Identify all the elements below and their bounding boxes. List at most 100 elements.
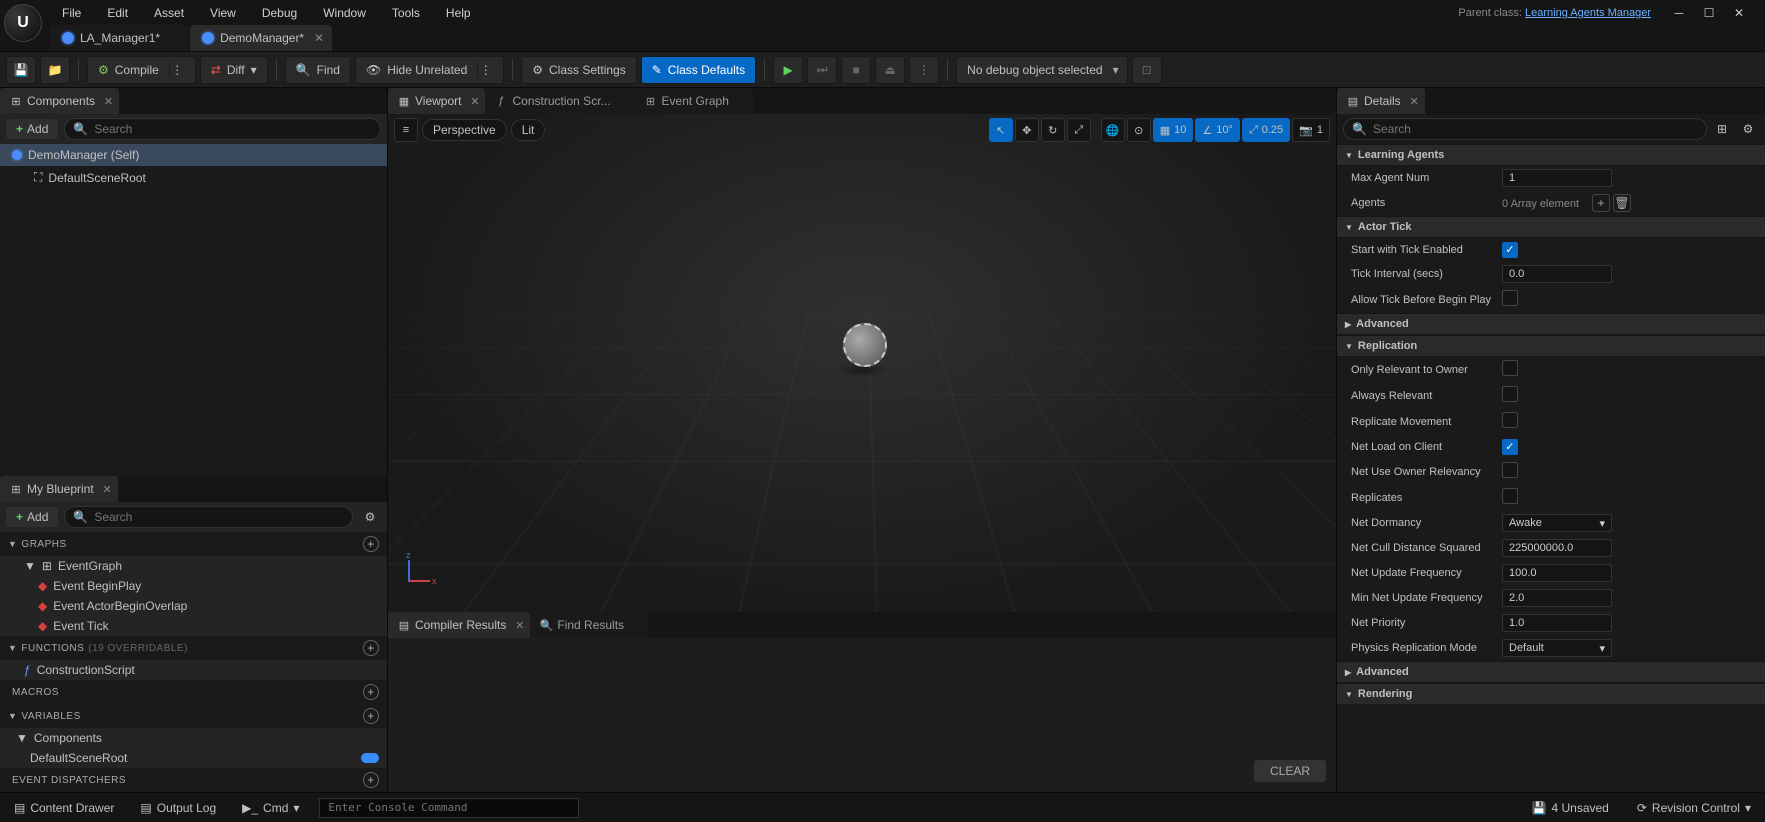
cat-actor-tick[interactable]: ▼Actor Tick [1337,216,1765,238]
rotate-tool[interactable]: ↻ [1041,118,1065,142]
prop-net-load-client-checkbox[interactable] [1502,439,1518,455]
class-defaults-button[interactable]: ✎Class Defaults [641,56,756,84]
myblueprint-settings-button[interactable]: ⚙ [359,506,381,528]
menu-file[interactable]: File [50,2,93,24]
viewport[interactable]: ≡ Perspective Lit ↖ ✥ ↻ ⤢ 🌐 ⊙ ▦10 ∠10° ⤢… [388,114,1336,612]
prop-net-priority-input[interactable] [1502,614,1612,632]
prop-physics-replication-select[interactable]: Default [1502,639,1612,657]
component-demomanager-self[interactable]: DemoManager (Self) [0,144,387,166]
viewport-tab[interactable]: ▦Viewport✕ [388,88,485,114]
camera-speed-button[interactable]: 📷1 [1292,118,1330,142]
play-button[interactable]: ▶ [773,56,803,84]
add-component-button[interactable]: +Add [6,119,58,139]
prop-net-dormancy-select[interactable]: Awake [1502,514,1612,532]
class-settings-button[interactable]: ⚙Class Settings [521,56,636,84]
prop-tick-interval-input[interactable] [1502,265,1612,283]
angle-snap-button[interactable]: ∠10° [1195,118,1240,142]
compiler-results-tab[interactable]: ▤Compiler Results✕ [388,612,530,638]
add-array-element-button[interactable]: + [1592,194,1610,212]
hide-unrelated-button[interactable]: 👁Hide Unrelated⋮ [355,56,504,84]
add-function-button[interactable]: + [363,640,379,656]
event-tick[interactable]: ◆Event Tick [0,616,387,636]
translate-tool[interactable]: ✥ [1015,118,1039,142]
details-search-input[interactable] [1373,122,1698,136]
menu-debug[interactable]: Debug [250,2,309,24]
close-icon[interactable]: ✕ [314,31,324,45]
variables-components-group[interactable]: ▼Components [0,728,387,748]
viewport-options-button[interactable]: ≡ [394,118,418,142]
surface-snap-button[interactable]: ⊙ [1127,118,1151,142]
constructionscript-item[interactable]: ƒConstructionScript [0,660,387,680]
cat-actor-tick-advanced[interactable]: ▶Advanced [1337,313,1765,335]
prop-always-relevant-checkbox[interactable] [1502,386,1518,402]
cat-learning-agents[interactable]: ▼Learning Agents [1337,144,1765,166]
content-drawer-button[interactable]: ▤Content Drawer [8,798,120,818]
add-variable-button[interactable]: + [363,708,379,724]
scale-tool[interactable]: ⤢ [1067,118,1091,142]
compile-button[interactable]: ⚙Compile⋮ [87,56,196,84]
find-results-tab[interactable]: 🔍Find Results [530,612,648,638]
close-icon[interactable]: ✕ [102,483,111,496]
functions-section[interactable]: ▼Functions(19 OVERRIDABLE)+ [0,636,387,660]
unsaved-button[interactable]: 💾4 Unsaved [1526,798,1615,818]
clear-array-button[interactable]: 🗑 [1613,194,1631,212]
prop-net-cull-distance-input[interactable] [1502,539,1612,557]
output-log-button[interactable]: ▤Output Log [134,798,222,818]
viewport-perspective-button[interactable]: Perspective [422,119,507,141]
event-dispatchers-section[interactable]: Event Dispatchers+ [0,768,387,792]
browse-button[interactable]: 📁 [40,56,70,84]
myblueprint-tab[interactable]: ⊞ My Blueprint ✕ [0,476,118,502]
find-button[interactable]: 🔍Find [285,56,351,84]
parent-class-link[interactable]: Learning Agents Manager [1525,7,1651,19]
prop-start-tick-checkbox[interactable] [1502,242,1518,258]
myblueprint-search-input[interactable] [94,510,344,524]
stop-button[interactable]: ■ [841,56,871,84]
details-settings-button[interactable]: ⚙ [1737,118,1759,140]
construction-script-tab[interactable]: ƒConstruction Scr... [485,88,634,114]
prop-allow-tick-before-checkbox[interactable] [1502,290,1518,306]
details-view-button[interactable]: ⊞ [1711,118,1733,140]
variables-section[interactable]: ▼Variables+ [0,704,387,728]
close-icon[interactable]: ✕ [1409,95,1418,108]
event-graph-tab[interactable]: ⊞Event Graph [635,88,753,114]
add-macro-button[interactable]: + [363,684,379,700]
grid-snap-button[interactable]: ▦10 [1153,118,1194,142]
add-dispatcher-button[interactable]: + [363,772,379,788]
window-close[interactable]: ✕ [1731,5,1747,21]
revision-control-button[interactable]: ⟳Revision Control▾ [1631,798,1757,818]
clear-button[interactable]: CLEAR [1254,760,1326,782]
menu-help[interactable]: Help [434,2,483,24]
close-icon[interactable]: ✕ [470,95,479,108]
prop-only-relevant-owner-checkbox[interactable] [1502,360,1518,376]
debug-object-select[interactable]: No debug object selected [956,56,1127,84]
cat-replication-advanced[interactable]: ▶Advanced [1337,661,1765,683]
select-tool[interactable]: ↖ [989,118,1013,142]
close-icon[interactable]: ✕ [104,95,113,108]
prop-max-agent-num-input[interactable] [1502,169,1612,187]
components-search-input[interactable] [94,122,372,136]
console-input[interactable] [319,798,579,818]
menu-edit[interactable]: Edit [95,2,140,24]
diff-button[interactable]: ⇄Diff▾ [200,56,268,84]
details-tab[interactable]: ▤Details✕ [1337,88,1425,114]
eventgraph-item[interactable]: ▼⊞EventGraph [0,556,387,576]
window-minimize[interactable]: ─ [1671,5,1687,21]
actor-sphere[interactable] [843,323,887,367]
cat-rendering[interactable]: ▼Rendering [1337,683,1765,705]
event-actorbeginoverlap[interactable]: ◆Event ActorBeginOverlap [0,596,387,616]
components-tab[interactable]: ⊞ Components ✕ [0,88,119,114]
close-icon[interactable]: ✕ [515,619,524,632]
menu-window[interactable]: Window [311,2,378,24]
macros-section[interactable]: Macros+ [0,680,387,704]
menu-asset[interactable]: Asset [142,2,196,24]
add-graph-button[interactable]: + [363,536,379,552]
prop-replicates-checkbox[interactable] [1502,488,1518,504]
menu-tools[interactable]: Tools [380,2,432,24]
myblueprint-search[interactable]: 🔍 [64,506,353,528]
play-options-button[interactable]: ⋮ [909,56,939,84]
save-button[interactable]: 💾 [6,56,36,84]
eject-button[interactable]: ⏏ [875,56,905,84]
details-search[interactable]: 🔍 [1343,118,1707,140]
var-defaultsceneroot[interactable]: DefaultSceneRoot [0,748,387,768]
graphs-section[interactable]: ▼Graphs+ [0,532,387,556]
